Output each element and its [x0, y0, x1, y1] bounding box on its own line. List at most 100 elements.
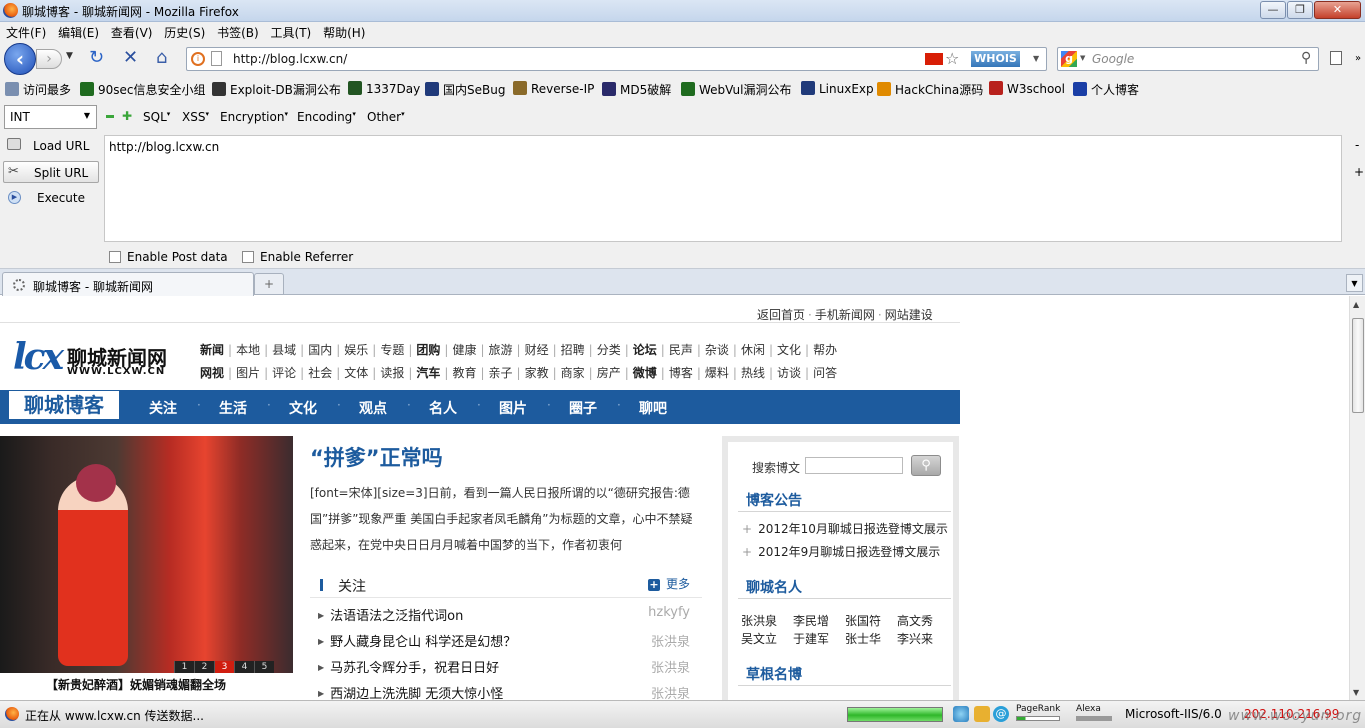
- bookmark-item[interactable]: 访问最多: [5, 81, 71, 98]
- minimize-button[interactable]: —: [1260, 1, 1286, 19]
- channel-link[interactable]: 休闲: [741, 343, 765, 357]
- famous-person-link[interactable]: 张洪泉: [741, 612, 794, 629]
- famous-person-link[interactable]: 李民增: [793, 612, 846, 629]
- scroll-down-icon[interactable]: ▼: [1353, 688, 1359, 697]
- menu-tools[interactable]: 工具(T): [265, 22, 312, 41]
- bookmark-item[interactable]: 1337Day: [348, 81, 420, 96]
- at-icon[interactable]: @: [993, 706, 1009, 722]
- bookmark-item[interactable]: 90sec信息安全小组: [80, 81, 206, 98]
- sql-menu[interactable]: SQL▾: [143, 110, 170, 124]
- post-title[interactable]: 马苏孔令辉分手，祝君日日好: [330, 661, 499, 676]
- channel-link[interactable]: 访谈: [777, 366, 801, 380]
- menu-help[interactable]: 帮助(H): [317, 22, 365, 41]
- menu-edit[interactable]: 编辑(E): [52, 22, 99, 41]
- channel-link[interactable]: 热线: [741, 366, 765, 380]
- home-icon[interactable]: ⌂: [156, 49, 167, 67]
- photo-caption[interactable]: 【新贵妃醉酒】妩媚销魂媚翻全场: [46, 676, 226, 693]
- list-item[interactable]: ▶ 野人藏身昆仑山 科学还是幻想？ 张洪泉: [318, 631, 690, 650]
- channel-link[interactable]: 商家: [561, 366, 585, 380]
- channel-link[interactable]: 汽车: [416, 366, 440, 380]
- blog-nav-item[interactable]: 圈子: [569, 398, 597, 418]
- channel-link[interactable]: 教育: [452, 366, 476, 380]
- bookmark-item[interactable]: WebVul漏洞公布: [681, 81, 792, 98]
- blog-nav-item[interactable]: 生活: [219, 398, 247, 418]
- toolbar-overflow-icon[interactable]: »: [1355, 53, 1361, 64]
- channel-link[interactable]: 博客: [669, 366, 693, 380]
- channel-link[interactable]: 分类: [597, 343, 621, 357]
- channel-link[interactable]: 旅游: [489, 343, 513, 357]
- addon-icon[interactable]: [974, 706, 990, 722]
- tab-active[interactable]: 聊城博客 - 聊城新闻网: [2, 272, 254, 296]
- forward-button[interactable]: ›: [36, 49, 62, 69]
- encryption-menu[interactable]: Encryption▾: [220, 110, 288, 124]
- type-select[interactable]: INT ▼: [4, 105, 97, 129]
- bookmark-item[interactable]: W3school: [989, 81, 1065, 96]
- checkbox-box[interactable]: [109, 251, 121, 263]
- featured-photo[interactable]: 1 2 3 4 5: [0, 436, 293, 673]
- channel-link[interactable]: 健康: [452, 343, 476, 357]
- channel-link[interactable]: 评论: [272, 366, 296, 380]
- channel-link[interactable]: 新闻: [200, 343, 224, 357]
- channel-link[interactable]: 专题: [380, 343, 404, 357]
- channel-link[interactable]: 县域: [272, 343, 296, 357]
- xss-menu[interactable]: XSS▾: [182, 110, 209, 124]
- channel-link[interactable]: 家教: [525, 366, 549, 380]
- expand-button[interactable]: +: [1354, 165, 1364, 179]
- bookmark-item[interactable]: 国内SeBug: [425, 81, 505, 98]
- blog-nav-item[interactable]: 聊吧: [639, 398, 667, 418]
- minus-icon[interactable]: [106, 115, 114, 118]
- blog-title[interactable]: 聊城博客: [9, 391, 119, 419]
- menu-file[interactable]: 文件(F): [0, 22, 46, 41]
- search-icon[interactable]: ⚲: [1301, 50, 1311, 66]
- menu-history[interactable]: 历史(S): [158, 22, 205, 41]
- famous-person-link[interactable]: 于建军: [793, 630, 846, 647]
- channel-link[interactable]: 杂谈: [705, 343, 729, 357]
- channel-link[interactable]: 房产: [597, 366, 621, 380]
- encoding-menu[interactable]: Encoding▾: [297, 110, 356, 124]
- page-style-icon[interactable]: [1330, 51, 1342, 65]
- post-author[interactable]: hzkyfy: [648, 605, 690, 620]
- network-icon[interactable]: [953, 706, 969, 722]
- bookmark-item[interactable]: HackChina源码: [877, 81, 983, 98]
- site-logo[interactable]: lcx 聊城新闻网 WWW.LCXW.CN: [13, 336, 167, 378]
- photo-page-button[interactable]: 4: [234, 661, 254, 673]
- site-info-icon[interactable]: i: [191, 52, 205, 66]
- post-title[interactable]: 野人藏身昆仑山 科学还是幻想？: [330, 635, 516, 650]
- reload-icon[interactable]: ↻: [89, 49, 104, 67]
- post-title[interactable]: 法语语法之泛指代词on: [330, 609, 463, 624]
- channel-link[interactable]: 娱乐: [344, 343, 368, 357]
- blog-nav-item[interactable]: 图片: [499, 398, 527, 418]
- channel-link[interactable]: 文化: [777, 343, 801, 357]
- google-icon[interactable]: g: [1061, 51, 1077, 67]
- bookmark-item[interactable]: Reverse-IP: [513, 81, 594, 96]
- new-tab-button[interactable]: +: [254, 273, 284, 295]
- post-author[interactable]: 张洪泉: [651, 631, 690, 650]
- channel-link[interactable]: 亲子: [489, 366, 513, 380]
- channel-link[interactable]: 文体: [344, 366, 368, 380]
- stop-icon[interactable]: ✕: [123, 49, 138, 67]
- channel-link[interactable]: 本地: [236, 343, 260, 357]
- channel-link[interactable]: 网视: [200, 366, 224, 380]
- vertical-scrollbar[interactable]: ▲ ▼: [1349, 296, 1365, 700]
- list-item[interactable]: ▶ 马苏孔令辉分手，祝君日日好 张洪泉: [318, 657, 690, 676]
- shrink-button[interactable]: -: [1355, 138, 1359, 152]
- blog-search-input[interactable]: [805, 457, 903, 474]
- bookmark-item[interactable]: LinuxExp: [801, 81, 874, 96]
- plus-icon[interactable]: ✚: [122, 109, 132, 123]
- post-author[interactable]: 张洪泉: [651, 683, 690, 700]
- photo-page-button[interactable]: 1: [174, 661, 194, 673]
- bookmark-item[interactable]: 个人博客: [1073, 81, 1139, 98]
- menu-view[interactable]: 查看(V): [105, 22, 153, 41]
- list-item[interactable]: ▶ 法语语法之泛指代词on hzkyfy: [318, 605, 690, 624]
- site-build-link[interactable]: 网站建设: [885, 308, 933, 322]
- channel-link[interactable]: 财经: [525, 343, 549, 357]
- channel-link[interactable]: 爆料: [705, 366, 729, 380]
- blog-nav-item[interactable]: 文化: [289, 398, 317, 418]
- hackbar-textarea[interactable]: http://blog.lcxw.cn: [104, 135, 1342, 242]
- menu-bookmarks[interactable]: 书签(B): [211, 22, 259, 41]
- channel-link[interactable]: 微博: [633, 366, 657, 380]
- pagerank-widget[interactable]: PageRank: [1016, 704, 1060, 721]
- search-input[interactable]: Google: [1092, 52, 1134, 66]
- history-dropdown-icon[interactable]: ▼: [66, 51, 73, 61]
- photo-page-button[interactable]: 2: [194, 661, 214, 673]
